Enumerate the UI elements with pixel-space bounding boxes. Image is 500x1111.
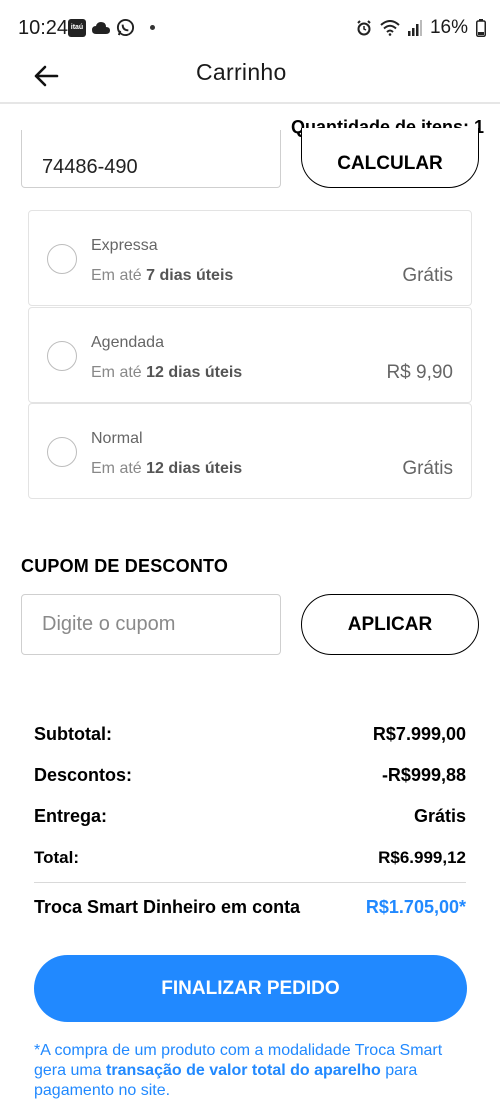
summary-divider bbox=[34, 882, 466, 883]
discount-value: -R$999,88 bbox=[381, 765, 466, 785]
app-header: Carrinho bbox=[0, 56, 500, 104]
summary-total: Total: R$6.999,12 bbox=[34, 848, 466, 868]
itau-app-icon: itaú bbox=[68, 18, 86, 37]
trade-value: R$1.705,00* bbox=[365, 897, 466, 917]
shipping-option-agendada[interactable]: Agendada Em até 12 dias úteis R$ 9,90 bbox=[28, 307, 472, 403]
summary-subtotal: Subtotal: R$7.999,00 bbox=[34, 724, 466, 745]
shipping-option-eta: Em até 7 dias úteis bbox=[91, 267, 234, 284]
shipping-option-eta: Em até 12 dias úteis bbox=[91, 460, 243, 477]
signal-icon bbox=[407, 20, 422, 36]
cloud-icon bbox=[92, 21, 110, 34]
shipping-option-price: Grátis bbox=[402, 458, 453, 479]
note-highlight-link[interactable]: transação de valor total do aparelho bbox=[106, 1062, 381, 1079]
discount-label: Descontos: bbox=[34, 765, 133, 785]
shipping-option-normal[interactable]: Normal Em até 12 dias úteis Grátis bbox=[28, 403, 472, 499]
system-icons: 16% bbox=[356, 17, 486, 39]
alarm-icon bbox=[357, 20, 371, 36]
subtotal-label: Subtotal: bbox=[34, 724, 112, 744]
more-notifications-dot bbox=[150, 25, 155, 30]
cep-input[interactable] bbox=[21, 130, 281, 188]
shipping-option-price: R$ 9,90 bbox=[386, 362, 453, 383]
total-label: Total: bbox=[34, 848, 80, 867]
battery-percentage: 16% bbox=[429, 17, 468, 38]
radio-button[interactable] bbox=[47, 341, 77, 371]
radio-button[interactable] bbox=[47, 244, 77, 274]
summary-delivery: Entrega: Grátis bbox=[34, 806, 466, 827]
shipping-option-expressa[interactable]: Expressa Em até 7 dias úteis Grátis bbox=[28, 210, 472, 306]
back-button[interactable] bbox=[28, 58, 64, 94]
delivery-value: Grátis bbox=[413, 806, 466, 826]
trade-smart-note: *A compra de um produto com a modalidade… bbox=[34, 1042, 443, 1099]
calculate-button[interactable]: CALCULAR bbox=[301, 128, 479, 188]
trade-label: Troca Smart Dinheiro em conta bbox=[34, 897, 301, 917]
radio-button[interactable] bbox=[47, 437, 77, 467]
shipping-option-name: Normal bbox=[91, 430, 143, 447]
shipping-option-name: Agendada bbox=[91, 334, 164, 351]
shipping-option-price: Grátis bbox=[402, 265, 453, 286]
wifi-icon bbox=[380, 20, 400, 36]
page-title: Carrinho bbox=[196, 59, 287, 85]
coupon-input[interactable] bbox=[21, 594, 281, 655]
shipping-option-name: Expressa bbox=[91, 237, 158, 254]
summary-discount: Descontos: -R$999,88 bbox=[34, 765, 466, 786]
total-value: R$6.999,12 bbox=[378, 848, 466, 867]
status-bar: 10:24 itaú 16% bbox=[0, 0, 500, 56]
delivery-label: Entrega: bbox=[34, 806, 108, 826]
notification-icons: itaú bbox=[68, 18, 155, 37]
subtotal-value: R$7.999,00 bbox=[372, 724, 466, 744]
battery-icon bbox=[476, 19, 486, 37]
shipping-option-eta: Em até 12 dias úteis bbox=[91, 364, 243, 381]
apply-coupon-button[interactable]: APLICAR bbox=[301, 594, 479, 655]
status-time: 10:24 bbox=[18, 17, 69, 39]
arrow-left-icon bbox=[34, 65, 59, 87]
whatsapp-icon bbox=[116, 18, 135, 37]
summary-trade-smart: Troca Smart Dinheiro em conta R$1.705,00… bbox=[34, 897, 466, 918]
coupon-title: CUPOM DE DESCONTO bbox=[21, 556, 229, 576]
finalize-order-button[interactable]: FINALIZAR PEDIDO bbox=[34, 955, 467, 1022]
